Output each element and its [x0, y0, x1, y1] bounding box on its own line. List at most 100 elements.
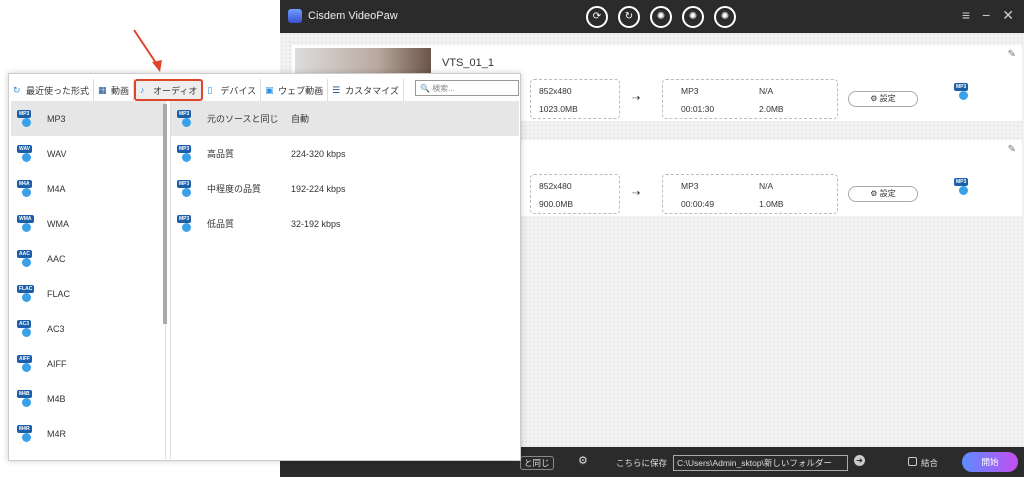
out-size: 2.0MB: [759, 104, 784, 114]
audio-format-icon: AAC: [17, 249, 39, 268]
quality-name: 中程度の品質: [207, 184, 262, 194]
output-path-field[interactable]: C:\Users\Admin_sktop\新しいフォルダー: [673, 455, 848, 471]
audio-format-icon: AIFF: [17, 354, 39, 373]
open-folder-icon[interactable]: ➜: [854, 455, 865, 466]
format-item[interactable]: MP3 MP3: [11, 101, 165, 136]
quality-item[interactable]: MP3 中程度の品質 192-224 kbps: [171, 171, 519, 206]
gear-icon[interactable]: ⚙: [578, 454, 588, 467]
annotation-arrow-icon: [133, 29, 162, 72]
audio-format-icon: MP3: [17, 109, 39, 128]
format-tabs: ↻ 最近使った形式 ▦ 動画 ♪ オーディオ ▯ デバイス ▣ ウェブ動画 ☰ カスタマイズ: [9, 79, 404, 101]
save-to-label: こちらに保存: [616, 458, 668, 468]
minimize-icon[interactable]: −: [982, 7, 990, 24]
format-item[interactable]: M4B M4B: [11, 381, 165, 416]
convert-icon[interactable]: ⟳: [586, 6, 608, 28]
format-item[interactable]: M4A M4A: [11, 171, 165, 206]
search-placeholder: 検索...: [432, 84, 455, 93]
format-item[interactable]: WAV WAV: [11, 136, 165, 171]
film-icon[interactable]: ✺: [650, 6, 672, 28]
quality-name: 高品質: [207, 149, 235, 159]
mp3-icon: MP3: [177, 179, 199, 198]
out-duration: 00:00:49: [681, 199, 715, 209]
mp3-icon: MP3: [177, 214, 199, 233]
quality-select[interactable]: と同じ: [520, 456, 554, 470]
settings-button[interactable]: ⚙ 設定: [848, 91, 918, 107]
format-name: M4A: [47, 183, 66, 194]
quality-item[interactable]: MP3 高品質 224-320 kbps: [171, 136, 519, 171]
audio-format-icon: WMA: [17, 214, 39, 233]
tab-customize[interactable]: ☰ カスタマイズ: [328, 79, 404, 101]
music-note-icon: ♪: [140, 85, 145, 95]
recent-icon: ↻: [13, 85, 21, 95]
quality-name: 元のソースと同じ: [207, 114, 279, 124]
arrow-icon: ⇢: [632, 188, 641, 199]
menu-icon[interactable]: ≡: [962, 7, 970, 24]
quality-bitrate: 自動: [291, 114, 310, 124]
merge-label: 結合: [921, 458, 939, 468]
quality-bitrate: 224-320 kbps: [291, 148, 346, 159]
scrollbar[interactable]: [163, 104, 167, 324]
out-format: MP3: [681, 181, 699, 191]
tab-web-video[interactable]: ▣ ウェブ動画: [261, 79, 329, 101]
audio-format-icon: AC3: [17, 319, 39, 338]
title-bar: Cisdem VideoPaw ⟳ ↻ ✺ ✺ ✺ ≡ − ✕: [280, 0, 1024, 33]
format-item[interactable]: AAC AAC: [11, 241, 165, 276]
quality-list: MP3 元のソースと同じ 自動 MP3 高品質 224-320 kbps MP3 中程度の品質…: [170, 101, 519, 459]
edit-icon[interactable]: ✎: [1008, 49, 1016, 60]
film-compress-icon[interactable]: ✺: [714, 6, 736, 28]
web-video-icon: ▣: [265, 85, 274, 95]
format-panel: ↻ 最近使った形式 ▦ 動画 ♪ オーディオ ▯ デバイス ▣ ウェブ動画 ☰ カスタマイズ…: [8, 73, 521, 461]
format-item[interactable]: WMA WMA: [11, 206, 165, 241]
edit-icon[interactable]: ✎: [1008, 144, 1016, 155]
merge-checkbox[interactable]: [908, 457, 917, 466]
quality-item[interactable]: MP3 低品質 32-192 kbps: [171, 206, 519, 241]
quality-item[interactable]: MP3 元のソースと同じ 自動: [171, 101, 519, 136]
tab-label: 最近使った形式: [26, 85, 90, 96]
src-size: 900.0MB: [539, 199, 574, 209]
quality-bitrate: 32-192 kbps: [291, 218, 341, 229]
quality-name: 低品質: [207, 219, 235, 229]
audio-format-icon: M4A: [17, 179, 39, 198]
app-title: Cisdem VideoPaw: [308, 10, 398, 22]
audio-format-icon: FLAC: [17, 284, 39, 303]
format-name: MP3: [47, 113, 66, 124]
format-item[interactable]: AIFF AIFF: [11, 346, 165, 381]
start-button[interactable]: 開始: [962, 452, 1018, 472]
format-name: M4R: [47, 428, 67, 439]
download-icon[interactable]: ↻: [618, 6, 640, 28]
out-duration: 00:01:30: [681, 104, 715, 114]
film-edit-icon[interactable]: ✺: [682, 6, 704, 28]
tab-video[interactable]: ▦ 動画: [94, 79, 135, 101]
file-name: VTS_01_1: [442, 57, 494, 69]
quality-bitrate: 192-224 kbps: [291, 183, 346, 194]
format-item[interactable]: M4R M4R: [11, 416, 165, 451]
mp3-icon: MP3: [177, 144, 199, 163]
audio-format-icon: M4R: [17, 424, 39, 443]
film-icon: ▦: [98, 85, 107, 95]
tab-recent[interactable]: ↻ 最近使った形式: [9, 79, 95, 101]
src-size: 1023.0MB: [539, 104, 578, 114]
tab-label: 動画: [111, 85, 130, 96]
out-format: MP3: [681, 86, 699, 96]
tab-device[interactable]: ▯ デバイス: [203, 79, 262, 101]
output-format-icon[interactable]: MP3: [954, 83, 976, 101]
output-format-icon[interactable]: MP3: [954, 178, 976, 196]
format-list: MP3 MP3 WAV WAV M4A M4A WMA WMA AAC AAC FLAC FLAC AC…: [11, 101, 166, 459]
tab-label: オーディオ: [153, 85, 198, 96]
mp3-icon: MP3: [177, 109, 199, 128]
tab-label: ウェブ動画: [278, 85, 324, 96]
out-size: 1.0MB: [759, 199, 784, 209]
format-name: AIFF: [47, 358, 67, 369]
search-input[interactable]: 🔍 検索...: [415, 80, 519, 96]
format-item[interactable]: FLAC FLAC: [11, 276, 165, 311]
tab-audio[interactable]: ♪ オーディオ: [134, 79, 204, 101]
arrow-icon: ⇢: [632, 93, 641, 104]
tab-label: デバイス: [220, 85, 257, 96]
format-name: WMA: [47, 218, 69, 229]
close-icon[interactable]: ✕: [1002, 7, 1014, 24]
format-name: M4B: [47, 393, 66, 404]
src-resolution: 852x480: [539, 86, 572, 96]
format-item[interactable]: AC3 AC3: [11, 311, 165, 346]
settings-button[interactable]: ⚙ 設定: [848, 186, 918, 202]
phone-icon: ▯: [207, 85, 213, 95]
